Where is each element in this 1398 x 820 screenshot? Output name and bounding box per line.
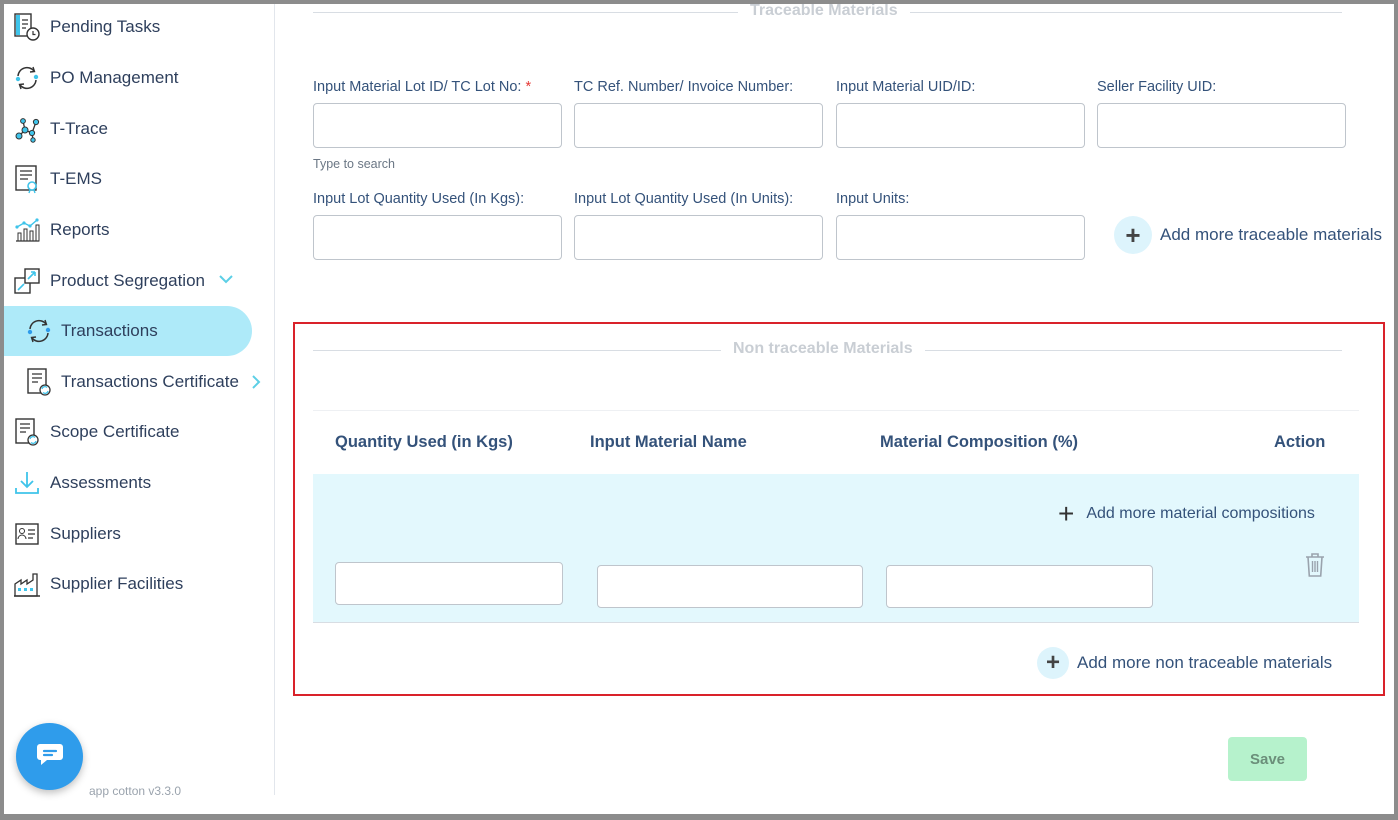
add-composition-button[interactable]: + Add more material compositions xyxy=(1058,500,1315,528)
tc-ref-input[interactable] xyxy=(574,103,823,148)
sidebar-item-transactions-certificate[interactable]: Transactions Certificate xyxy=(4,357,269,407)
add-non-traceable-button[interactable]: + Add more non traceable materials xyxy=(1037,647,1332,679)
add-composition-label: Add more material compositions xyxy=(1086,505,1315,522)
uid-input[interactable] xyxy=(836,103,1085,148)
lot-id-hint: Type to search xyxy=(313,157,395,171)
traceable-section-title: Traceable Materials xyxy=(738,2,910,20)
qty-kgs-label: Input Lot Quantity Used (In Kgs): xyxy=(313,191,525,207)
qty-units-input[interactable] xyxy=(574,215,823,260)
product-segregation-icon xyxy=(12,266,42,296)
lot-id-label: Input Material Lot ID/ TC Lot No: * xyxy=(313,79,532,95)
plus-icon: + xyxy=(1037,647,1069,679)
main-content: Traceable Materials Input Material Lot I… xyxy=(276,0,1394,812)
suppliers-icon xyxy=(12,519,42,549)
sidebar-item-label: Supplier Facilities xyxy=(50,574,184,593)
add-traceable-label: Add more traceable materials xyxy=(1160,225,1383,244)
qty-kgs-input[interactable] xyxy=(313,215,562,260)
non-traceable-section-title: Non traceable Materials xyxy=(721,340,925,358)
tc-ref-label: TC Ref. Number/ Invoice Number: xyxy=(574,79,794,95)
chevron-down-icon[interactable] xyxy=(218,272,234,288)
required-mark: * xyxy=(525,79,532,95)
column-header-quantity: Quantity Used (in Kgs) xyxy=(335,433,513,451)
sidebar-item-label: T-EMS xyxy=(50,169,102,188)
sidebar-item-label: T-Trace xyxy=(50,119,108,138)
table-top-border xyxy=(313,410,1359,411)
sidebar-item-transactions[interactable]: Transactions xyxy=(4,306,252,356)
transactions-icon xyxy=(24,316,54,346)
pending-tasks-icon xyxy=(12,12,42,42)
app-version: app cotton v3.3.0 xyxy=(89,784,182,798)
sidebar-item-label: Pending Tasks xyxy=(50,17,161,36)
chat-button[interactable] xyxy=(16,723,83,790)
lot-id-input[interactable] xyxy=(313,103,562,148)
input-units-label: Input Units: xyxy=(836,191,910,207)
add-non-traceable-label: Add more non traceable materials xyxy=(1077,653,1333,672)
column-header-material-name: Input Material Name xyxy=(590,433,747,451)
sidebar-item-label: Scope Certificate xyxy=(50,422,180,441)
plus-icon: + xyxy=(1114,216,1152,254)
chevron-right-icon[interactable] xyxy=(251,374,261,393)
seller-facility-input[interactable] xyxy=(1097,103,1346,148)
plus-icon: + xyxy=(1058,498,1075,529)
transactions-certificate-icon xyxy=(24,367,54,397)
factory-icon xyxy=(12,569,42,599)
column-header-composition: Material Composition (%) xyxy=(880,433,1079,451)
sidebar-item-label: Assessments xyxy=(50,473,152,492)
qty-units-label: Input Lot Quantity Used (In Units): xyxy=(574,191,794,207)
reports-icon xyxy=(12,215,42,245)
sidebar: Pending Tasks PO Management T-Trace T-EM… xyxy=(4,0,275,798)
chat-icon xyxy=(35,741,65,772)
quantity-used-input[interactable] xyxy=(335,562,563,605)
scope-certificate-icon xyxy=(12,417,42,447)
sidebar-item-label: Transactions Certificate xyxy=(61,372,239,391)
sidebar-item-label: PO Management xyxy=(50,68,179,87)
material-name-input[interactable] xyxy=(597,565,863,608)
seller-facility-label: Seller Facility UID: xyxy=(1097,79,1217,95)
trash-icon[interactable] xyxy=(1304,552,1326,583)
save-button[interactable]: Save xyxy=(1228,737,1307,781)
sidebar-item-label: Suppliers xyxy=(50,524,121,543)
t-ems-icon xyxy=(12,164,42,194)
sidebar-item-label: Product Segregation xyxy=(50,271,205,290)
input-units-input[interactable] xyxy=(836,215,1085,260)
sidebar-item-label: Reports xyxy=(50,220,110,239)
material-composition-input[interactable] xyxy=(886,565,1153,608)
sidebar-item-label: Transactions xyxy=(61,321,158,340)
po-management-icon xyxy=(12,63,42,93)
add-traceable-button[interactable]: + Add more traceable materials xyxy=(1114,216,1382,254)
t-trace-icon xyxy=(12,114,42,144)
download-icon xyxy=(12,468,42,498)
sidebar-item-product-segregation[interactable]: Product Segregation xyxy=(4,256,244,306)
table-row-border xyxy=(313,622,1359,623)
uid-label: Input Material UID/ID: xyxy=(836,79,976,95)
column-header-action: Action xyxy=(1274,433,1326,451)
